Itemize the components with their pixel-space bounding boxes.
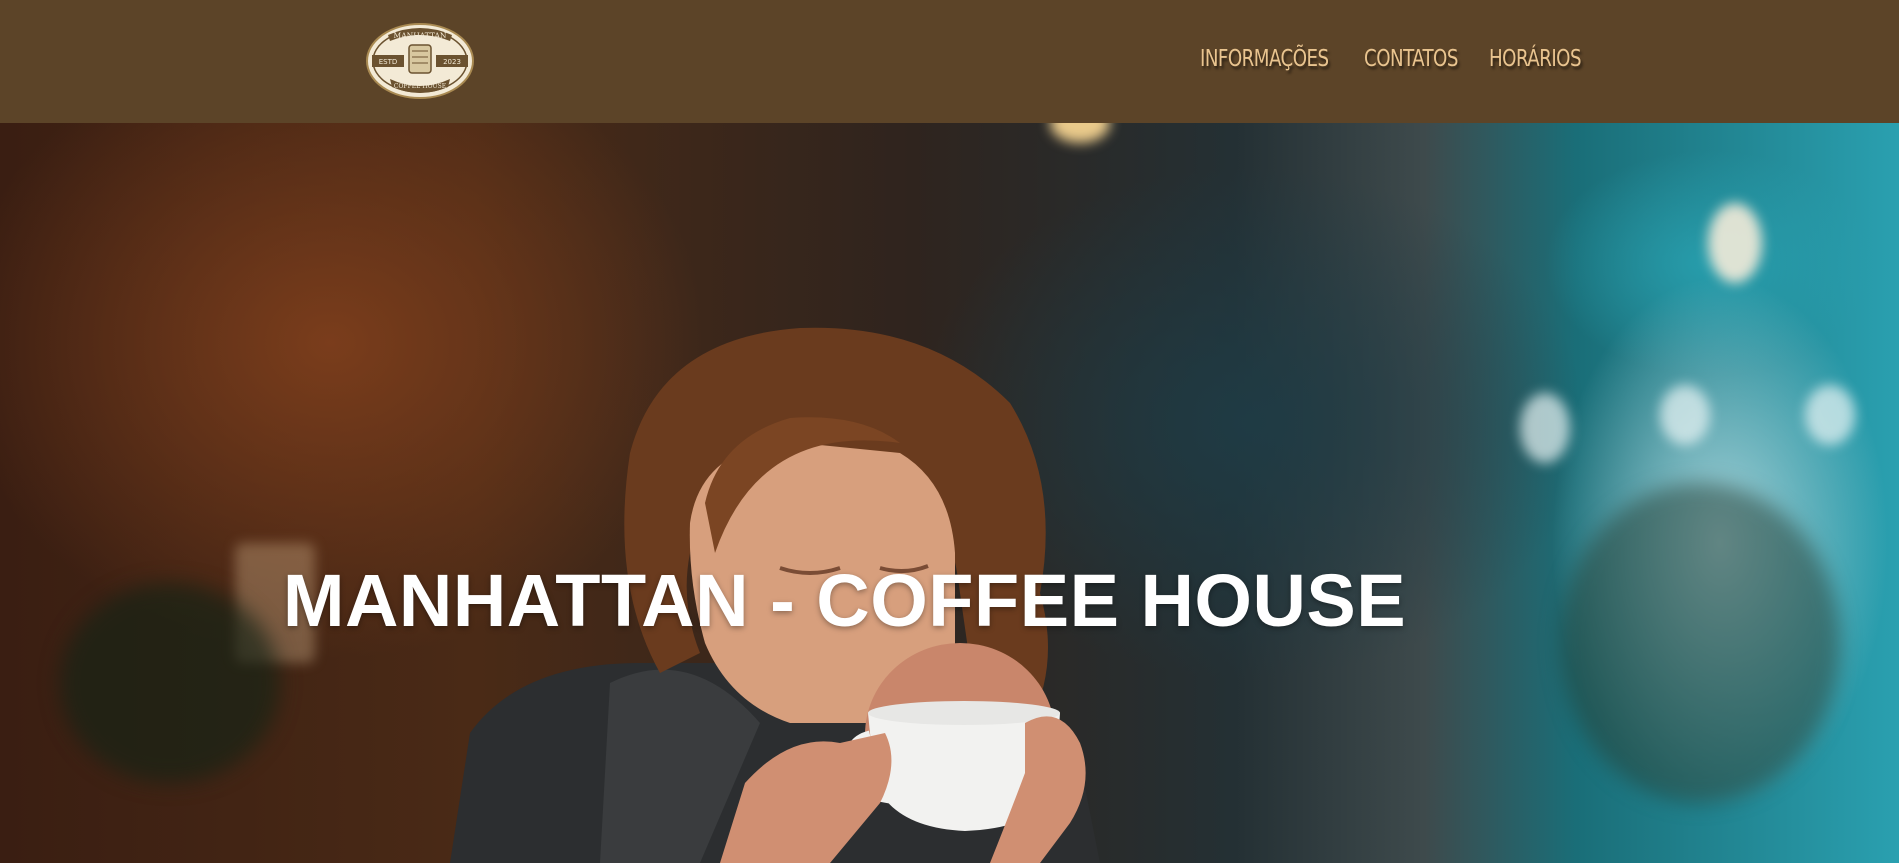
hero-banner: MANHATTAN - COFFEE HOUSE	[0, 123, 1899, 863]
hero-title: MANHATTAN - COFFEE HOUSE	[282, 559, 1407, 642]
logo-bottom-text: COFFEE HOUSE	[394, 83, 446, 90]
nav-link-contatos[interactable]: CONTATOS	[1364, 46, 1458, 72]
nav-link-horarios[interactable]: HORÁRIOS	[1489, 46, 1582, 72]
brand-logo[interactable]: MANHATTAN ESTD 2023 COFFEE HOUSE	[366, 23, 474, 99]
nav-link-informacoes[interactable]: INFORMAÇÕES	[1200, 46, 1329, 72]
logo-left-text: ESTD	[379, 58, 398, 66]
logo-right-text: 2023	[443, 58, 461, 66]
main-nav: INFORMAÇÕES CONTATOS HORÁRIOS	[1200, 46, 1593, 72]
top-navbar: MANHATTAN ESTD 2023 COFFEE HOUSE INFORMA…	[0, 0, 1899, 123]
logo-top-text: MANHATTAN	[394, 31, 447, 40]
woman-drinking-coffee-photo	[450, 327, 1100, 863]
